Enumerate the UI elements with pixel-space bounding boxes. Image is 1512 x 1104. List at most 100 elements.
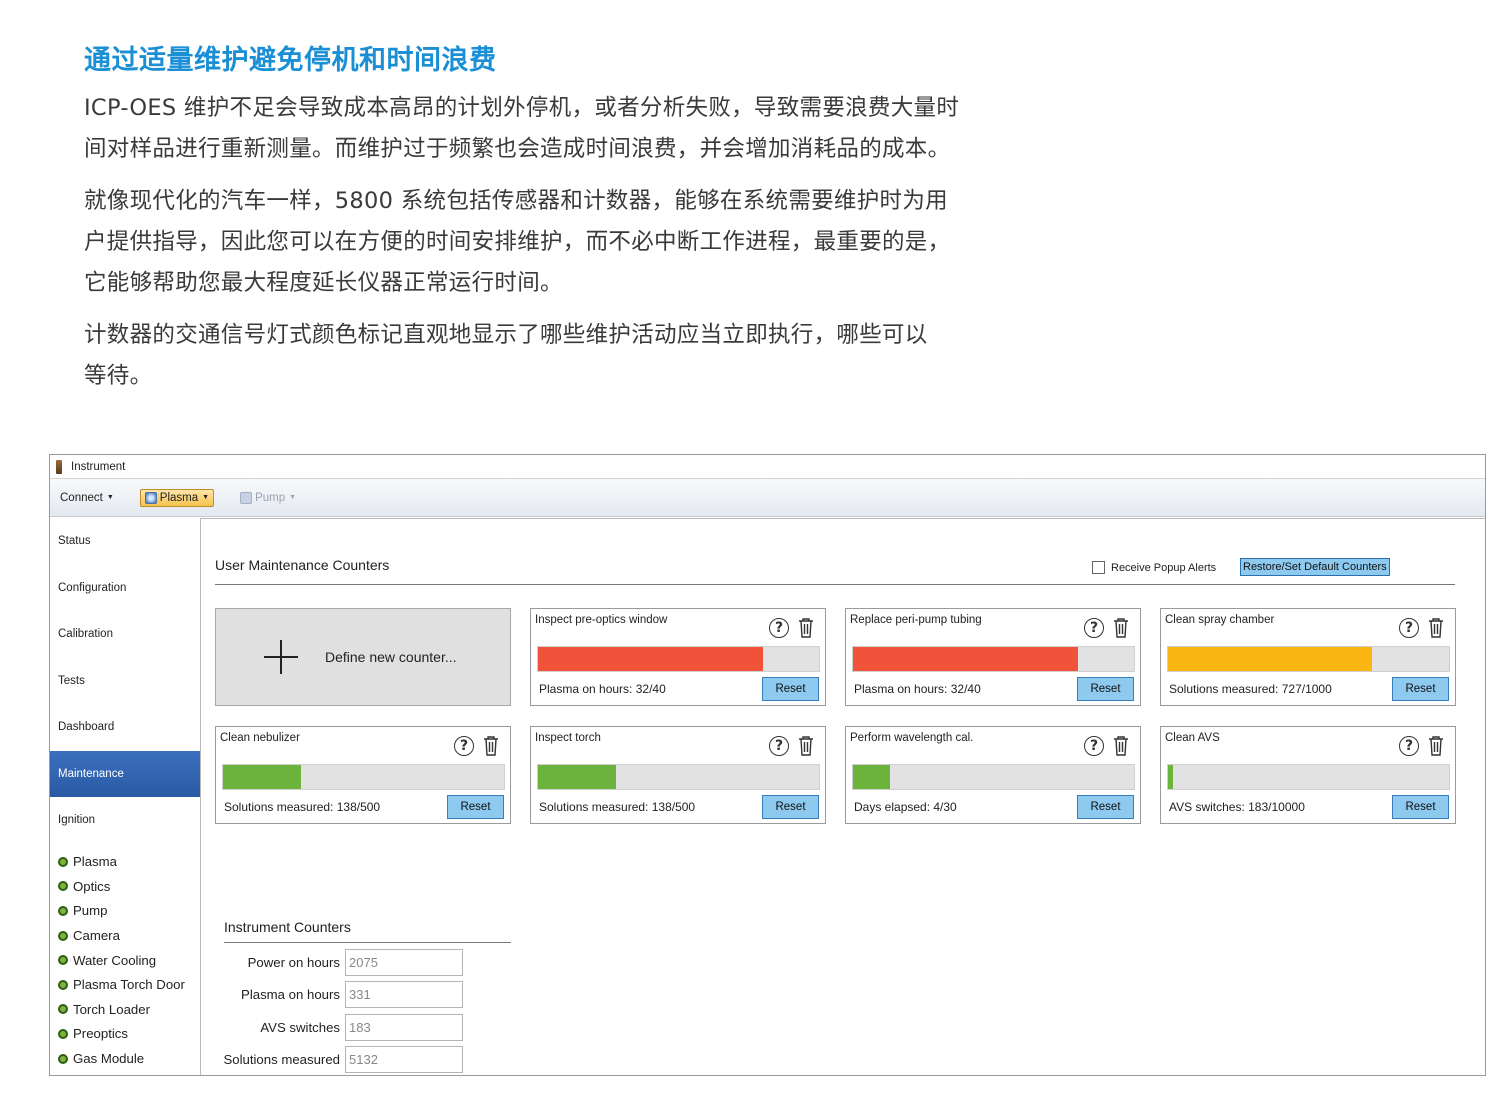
instrument-counter-label: Solutions measured <box>223 1051 340 1067</box>
sidebar-item-calibration[interactable]: Calibration <box>50 611 200 658</box>
help-icon[interactable]: ? <box>769 618 789 638</box>
status-item-torch-loader[interactable]: Torch Loader <box>58 997 200 1022</box>
counter-status: Plasma on hours: 32/40 <box>854 682 981 696</box>
counter-title: Perform wavelength cal. <box>850 732 974 744</box>
connect-menu[interactable]: Connect ▼ <box>60 492 114 504</box>
reset-button[interactable]: Reset <box>762 677 819 701</box>
counter-progress-fill <box>538 765 616 789</box>
reset-button[interactable]: Reset <box>447 795 504 819</box>
trash-icon[interactable] <box>483 736 499 756</box>
counter-status: Solutions measured: 727/1000 <box>1169 682 1332 696</box>
paragraph-1-line-2: 间对样品进行重新测量。而维护过于频繁也会造成时间浪费，并会增加消耗品的成本。 <box>84 136 951 162</box>
reset-button[interactable]: Reset <box>1392 677 1449 701</box>
instrument-counter-row: Power on hours 2075 <box>201 949 463 976</box>
article-heading: 通过适量维护避免停机和时间浪费 <box>84 45 497 76</box>
trash-icon[interactable] <box>1113 618 1129 638</box>
chevron-down-icon: ▼ <box>202 494 210 501</box>
counter-progress-fill <box>853 765 891 789</box>
status-item-water-cooling[interactable]: Water Cooling <box>58 948 200 973</box>
sidebar-item-ignition[interactable]: Ignition <box>50 797 200 844</box>
instrument-counter-row: Plasma on hours 331 <box>201 981 463 1009</box>
counter-progress-fill <box>223 765 301 789</box>
help-icon[interactable]: ? <box>1084 618 1104 638</box>
paragraph-2-line-1: 就像现代化的汽车一样，5800 系统包括传感器和计数器，能够在系统需要维护时为用 <box>84 188 948 214</box>
trash-icon[interactable] <box>798 618 814 638</box>
counter-title: Clean nebulizer <box>220 732 300 744</box>
status-ok-icon <box>58 979 68 990</box>
status-item-label: Pump <box>73 903 108 919</box>
status-item-preoptics[interactable]: Preoptics <box>58 1022 200 1047</box>
paragraph-3-line-2: 等待。 <box>84 363 153 389</box>
restore-defaults-button[interactable]: Restore/Set Default Counters <box>1240 558 1390 576</box>
status-item-gas-module[interactable]: Gas Module <box>58 1046 200 1071</box>
paragraph-3: 计数器的交通信号灯式颜色标记直观地显示了哪些维护活动应当立即执行，哪些可以 等待… <box>84 315 1074 397</box>
status-item-label: Torch Loader <box>73 1001 150 1017</box>
counter-status: Solutions measured: 138/500 <box>539 800 696 814</box>
status-item-label: Camera <box>73 928 120 944</box>
help-icon[interactable]: ? <box>454 736 474 756</box>
plasma-icon <box>144 491 157 504</box>
chevron-down-icon: ▼ <box>106 494 114 501</box>
paragraph-1: ICP-OES 维护不足会导致成本高昂的计划外停机，或者分析失败，导致需要浪费大… <box>84 88 1074 170</box>
connect-label: Connect <box>60 491 103 504</box>
help-icon[interactable]: ? <box>769 736 789 756</box>
instrument-counter-value: 331 <box>345 981 463 1009</box>
status-item-camera[interactable]: Camera <box>58 923 200 948</box>
article: 通过适量维护避免停机和时间浪费 ICP-OES 维护不足会导致成本高昂的计划外停… <box>84 42 1074 408</box>
counter-progress-bar <box>852 764 1135 790</box>
status-item-label: Preoptics <box>73 1026 128 1042</box>
paragraph-3-line-1: 计数器的交通信号灯式颜色标记直观地显示了哪些维护活动应当立即执行，哪些可以 <box>84 322 928 348</box>
pump-icon <box>240 491 253 504</box>
pump-menu[interactable]: Pump ▼ <box>240 491 296 504</box>
status-ok-icon <box>58 881 68 892</box>
ignition-sub-list: Plasma Optics Pump Camera Water Cooling Plasm… <box>50 850 200 1076</box>
status-item-label: Optics <box>73 878 111 894</box>
help-icon[interactable]: ? <box>1399 618 1419 638</box>
trash-icon[interactable] <box>1113 736 1129 756</box>
counter-progress-bar <box>537 764 820 790</box>
pump-label: Pump <box>255 491 286 504</box>
instrument-counters-title: Instrument Counters <box>224 919 351 935</box>
counter-progress-bar <box>1167 764 1450 790</box>
trash-icon[interactable] <box>1428 736 1444 756</box>
counter-title: Inspect pre-optics window <box>535 614 668 626</box>
popup-alerts-toggle[interactable]: Receive Popup Alerts <box>1092 561 1216 574</box>
sidebar-item-dashboard[interactable]: Dashboard <box>50 704 200 751</box>
sidebar-item-status[interactable]: Status <box>50 518 200 565</box>
trash-icon[interactable] <box>798 736 814 756</box>
counter-title: Replace peri-pump tubing <box>850 614 982 626</box>
instrument-counter-row: AVS switches 183 <box>201 1013 463 1041</box>
reset-button[interactable]: Reset <box>1392 795 1449 819</box>
counter-title: Inspect torch <box>535 732 601 744</box>
window-titlebar: Instrument <box>50 455 1485 479</box>
sidebar-item-tests[interactable]: Tests <box>50 658 200 705</box>
status-ok-icon <box>58 1053 68 1064</box>
status-item-rf[interactable]: RF <box>58 1071 200 1075</box>
popup-alerts-checkbox[interactable] <box>1092 561 1105 574</box>
status-item-plasma[interactable]: Plasma <box>58 850 200 875</box>
instrument-counter-row: Solutions measured 5132 <box>201 1045 463 1073</box>
trash-icon[interactable] <box>1428 618 1444 638</box>
status-item-plasma-torch-door[interactable]: Plasma Torch Door <box>58 972 200 997</box>
counter-progress-bar <box>1167 646 1450 672</box>
help-icon[interactable]: ? <box>1399 736 1419 756</box>
counter-progress-bar <box>537 646 820 672</box>
define-new-counter-button[interactable]: Define new counter... <box>215 608 511 706</box>
status-item-optics[interactable]: Optics <box>58 874 200 899</box>
counter-card: Replace peri-pump tubing? Plasma on hours… <box>845 608 1141 706</box>
counter-card: Clean spray chamber? Solutions measured: … <box>1160 608 1456 706</box>
counter-progress-fill <box>853 647 1078 671</box>
instrument-counter-value: 183 <box>345 1013 463 1041</box>
status-item-pump[interactable]: Pump <box>58 899 200 924</box>
sidebar-item-maintenance[interactable]: Maintenance <box>50 750 200 797</box>
status-ok-icon <box>58 1004 68 1015</box>
reset-button[interactable]: Reset <box>1077 795 1134 819</box>
reset-button[interactable]: Reset <box>1077 677 1134 701</box>
help-icon[interactable]: ? <box>1084 736 1104 756</box>
plasma-menu[interactable]: Plasma ▼ <box>139 488 215 507</box>
reset-button[interactable]: Reset <box>762 795 819 819</box>
sidebar-item-configuration[interactable]: Configuration <box>50 565 200 612</box>
divider <box>224 942 511 943</box>
counter-card: Clean nebulizer? Solutions measured: 138/… <box>215 726 511 824</box>
counter-status: AVS switches: 183/10000 <box>1169 800 1305 814</box>
